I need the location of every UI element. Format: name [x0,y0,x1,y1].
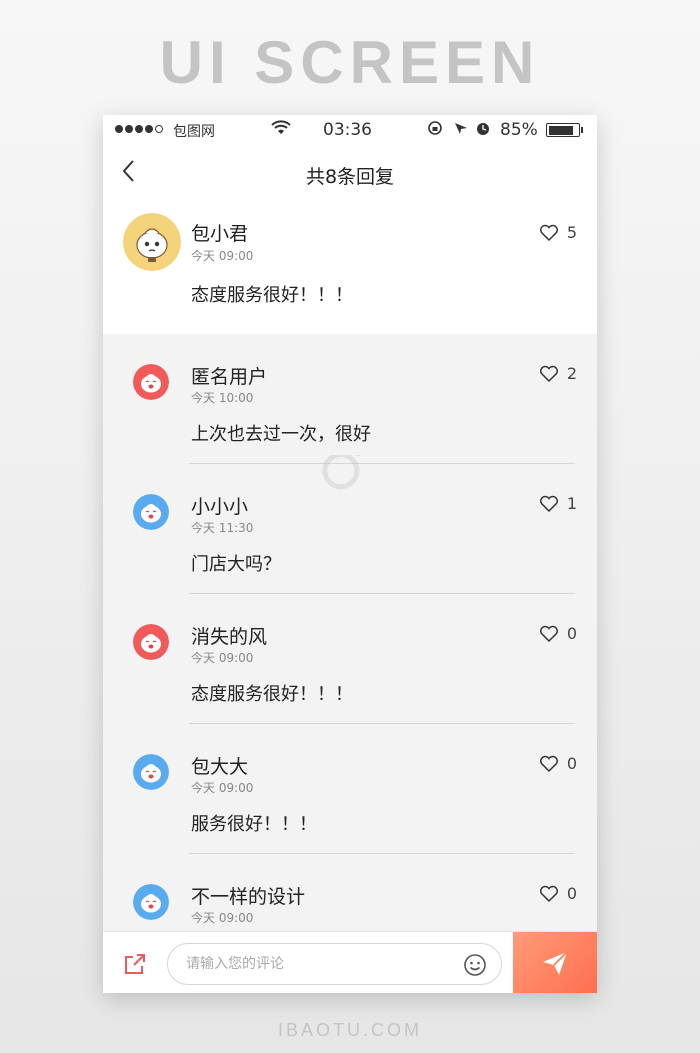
like-count: 0 [566,884,577,903]
avatar[interactable] [133,754,169,790]
bun-mascot-icon [133,494,169,530]
page-heading: UI SCREEN [159,29,541,96]
reply-item: 消失的风 今天 09:00 态度服务很好！！！ 0 [103,594,597,724]
reply-item: 包大大 今天 09:00 服务很好！！！ 0 [103,724,597,854]
paper-plane-icon [543,951,568,975]
reply-author[interactable]: 小小小 [191,492,248,519]
heart-icon [539,224,558,241]
reply-text: 服务很好！！！ [191,814,317,835]
bun-mascot-icon [123,213,181,271]
emoji-button[interactable] [463,953,487,977]
like-count: 0 [566,754,577,773]
like-button[interactable]: 5 [539,223,577,242]
nav-bar: 共8条回复 [103,145,597,203]
avatar[interactable] [133,494,169,530]
avatar[interactable] [133,624,169,660]
reply-text: 上次也去过一次，很好 [191,424,371,445]
battery-tip [581,127,583,133]
reply-time: 今天 11:30 [191,521,254,535]
battery-percent: 85% [500,120,538,140]
phone-screen: 包图网 03:36 85% 共8条回复 包小君 今天 09:00 态度服务很好！… [103,115,597,993]
like-count: 2 [566,364,577,383]
main-comment: 包小君 今天 09:00 态度服务很好！！！ 5 [103,203,597,334]
reply-author[interactable]: 包大大 [191,752,248,779]
share-icon [125,954,145,974]
comment-input-wrapper [167,943,502,985]
battery-icon [546,123,580,137]
comment-time: 今天 09:00 [191,249,254,263]
reply-author[interactable]: 匿名用户 [191,362,267,389]
like-button[interactable]: 0 [539,624,577,643]
like-button[interactable]: 0 [539,884,577,903]
reply-text: 态度服务很好！！！ [191,684,353,705]
reply-time: 今天 09:00 [191,651,254,665]
like-count: 1 [566,494,577,513]
carrier-label: 包图网 [173,124,215,140]
comment-input[interactable] [186,944,456,984]
heart-icon [539,755,558,772]
reply-text: 门店大吗？ [191,554,281,575]
avatar[interactable] [123,213,181,271]
heart-icon [539,365,558,382]
smiley-icon [464,954,486,976]
wifi-icon [271,120,291,140]
reply-time: 今天 10:00 [191,391,254,405]
like-button[interactable]: 0 [539,754,577,773]
like-count: 5 [566,223,577,242]
heart-icon [539,885,558,902]
reply-time: 今天 09:00 [191,911,254,925]
comment-author[interactable]: 包小君 [191,219,248,246]
bun-mascot-icon [133,754,169,790]
page-title: 共8条回复 [305,166,395,188]
bun-mascot-icon [133,364,169,400]
reply-time: 今天 09:00 [191,781,254,795]
reply-author[interactable]: 消失的风 [191,622,267,649]
heart-icon [539,495,558,512]
reply-item: 小小小 今天 11:30 门店大吗？ 1 [103,464,597,594]
avatar[interactable] [133,364,169,400]
status-bar: 包图网 03:36 85% [103,115,597,145]
avatar[interactable] [133,884,169,920]
signal-icon [115,125,163,133]
reply-author[interactable]: 不一样的设计 [191,882,305,909]
send-button[interactable] [513,932,597,993]
like-button[interactable]: 2 [539,364,577,383]
status-time: 03:36 [323,120,372,140]
heart-icon [539,625,558,642]
comment-composer [103,931,597,993]
footer-site: IBAOTU.COM [277,1020,422,1040]
share-button[interactable] [121,950,149,978]
bun-mascot-icon [133,624,169,660]
comment-text: 态度服务很好！！！ [191,285,353,306]
reply-item: 匿名用户 今天 10:00 上次也去过一次，很好 2 [103,334,597,464]
bun-mascot-icon [133,884,169,920]
like-count: 0 [566,624,577,643]
system-status-icons [427,120,497,140]
like-button[interactable]: 1 [539,494,577,513]
